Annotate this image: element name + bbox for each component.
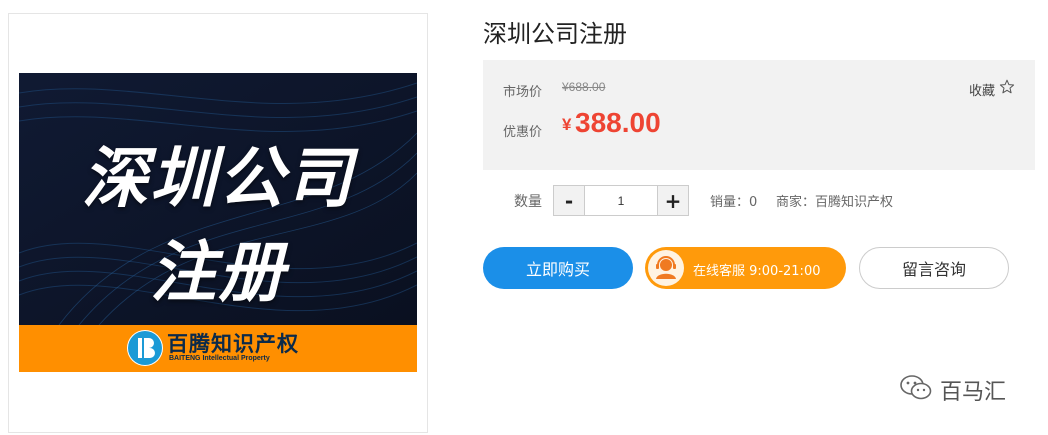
market-price-label: 市场价 xyxy=(503,85,543,100)
brand-name-en: BAITENG Intellectual Property xyxy=(169,355,270,362)
leave-message-button[interactable]: 留言咨询 xyxy=(859,247,1009,289)
customer-service-avatar-icon xyxy=(648,250,684,286)
favorite-label[interactable]: 收藏 xyxy=(969,80,995,99)
discount-price-label: 优惠价 xyxy=(503,125,543,140)
price-panel: 市场价 ¥688.00 优惠价 ¥ 388.00 收藏 xyxy=(483,60,1035,170)
sales-count: 销量：0 xyxy=(710,195,758,210)
product-banner-image: 深圳公司 注册 百腾知识产权 BAITENG Intellectual Prop… xyxy=(19,73,417,372)
product-image-frame: 深圳公司 注册 百腾知识产权 BAITENG Intellectual Prop… xyxy=(8,13,428,433)
star-outline-icon[interactable] xyxy=(999,79,1015,95)
online-service-button[interactable]: 在线客服 9:00-21:00 xyxy=(645,247,846,289)
merchant-name: 商家：百腾知识产权 xyxy=(776,195,894,210)
quantity-stepper: - + xyxy=(553,185,689,216)
quantity-increase-button[interactable]: + xyxy=(657,186,688,215)
online-service-label: 在线客服 9:00-21:00 xyxy=(693,264,821,279)
product-title: 深圳公司注册 xyxy=(483,20,627,48)
wechat-icon xyxy=(899,374,933,402)
currency-symbol: ¥ xyxy=(562,115,572,134)
brand-name-cn: 百腾知识产权 xyxy=(167,332,299,356)
banner-title-line2: 注册 xyxy=(150,234,286,311)
baiteng-logo-icon xyxy=(127,330,163,366)
market-price-value: ¥688.00 xyxy=(562,80,606,94)
banner-title-line1: 深圳公司 xyxy=(82,140,354,217)
buy-now-button[interactable]: 立即购买 xyxy=(483,247,633,289)
discount-price-value: 388.00 xyxy=(575,107,661,138)
quantity-label: 数量 xyxy=(514,194,542,210)
watermark-text: 百马汇 xyxy=(940,380,1007,405)
quantity-decrease-button[interactable]: - xyxy=(554,186,585,215)
quantity-input[interactable] xyxy=(585,186,657,215)
